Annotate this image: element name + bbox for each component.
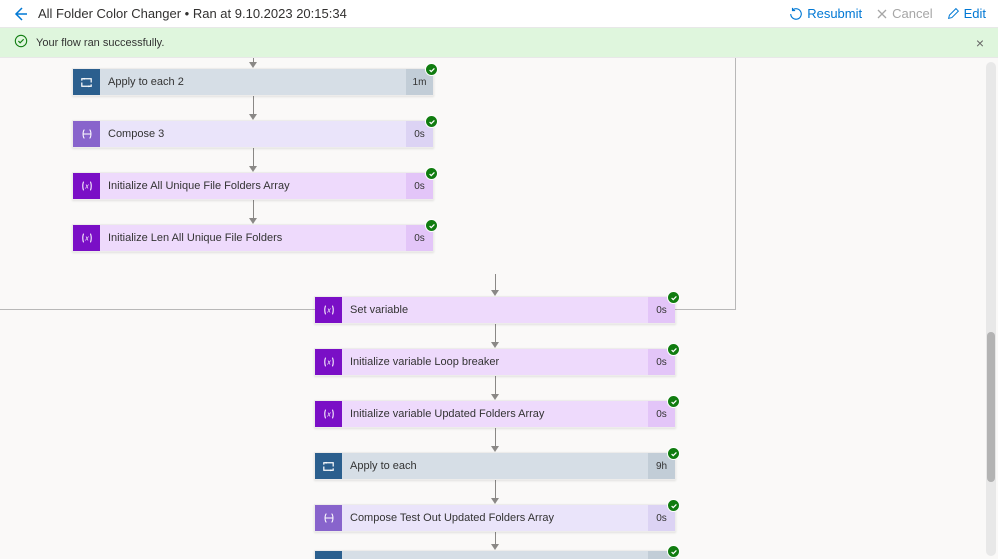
- connector-arrow: [248, 200, 258, 224]
- compose-icon: [73, 121, 100, 147]
- flow-canvas[interactable]: Apply to each 2 1m Compose 3 0s x Initia…: [0, 58, 998, 559]
- svg-text:x: x: [326, 412, 331, 419]
- success-badge-icon: [667, 545, 680, 558]
- loop-icon: [315, 551, 342, 559]
- page-title: All Folder Color Changer • Ran at 9.10.2…: [38, 6, 347, 21]
- compose-icon: [315, 505, 342, 531]
- connector-arrow: [490, 376, 500, 400]
- connector-arrow: [490, 532, 500, 550]
- variable-icon: x: [73, 173, 100, 199]
- variable-icon: x: [73, 225, 100, 251]
- edit-label: Edit: [964, 6, 986, 21]
- success-badge-icon: [667, 291, 680, 304]
- action-set-variable[interactable]: x Set variable 0s: [314, 296, 676, 324]
- action-compose-3[interactable]: Compose 3 0s: [72, 120, 434, 148]
- variable-icon: x: [315, 401, 342, 427]
- action-label: Initialize All Unique File Folders Array: [100, 173, 406, 199]
- action-label: Apply to each 2: [100, 69, 406, 95]
- action-label: Apply to each 3: [342, 551, 648, 559]
- loop-icon: [315, 453, 342, 479]
- close-icon[interactable]: ×: [976, 35, 984, 51]
- back-arrow-icon[interactable]: [12, 6, 28, 22]
- success-badge-icon: [667, 499, 680, 512]
- success-banner: Your flow ran successfully. ×: [0, 28, 998, 58]
- edit-button[interactable]: Edit: [947, 6, 986, 21]
- header-actions: Resubmit Cancel Edit: [789, 6, 986, 21]
- success-badge-icon: [425, 167, 438, 180]
- success-check-icon: [14, 34, 28, 51]
- scrollbar-thumb[interactable]: [987, 332, 995, 482]
- action-compose-test-out-updated[interactable]: Compose Test Out Updated Folders Array 0…: [314, 504, 676, 532]
- action-apply-to-each-2[interactable]: Apply to each 2 1m: [72, 68, 434, 96]
- page-header: All Folder Color Changer • Ran at 9.10.2…: [0, 0, 998, 28]
- action-label: Initialize variable Loop breaker: [342, 349, 648, 375]
- cancel-label: Cancel: [892, 6, 932, 21]
- success-message: Your flow ran successfully.: [36, 37, 164, 49]
- svg-text:x: x: [326, 308, 331, 315]
- action-apply-to-each[interactable]: Apply to each 9h: [314, 452, 676, 480]
- action-init-loop-breaker[interactable]: x Initialize variable Loop breaker 0s: [314, 348, 676, 376]
- resubmit-button[interactable]: Resubmit: [789, 6, 862, 21]
- action-label: Apply to each: [342, 453, 648, 479]
- header-left: All Folder Color Changer • Ran at 9.10.2…: [12, 6, 347, 22]
- variable-icon: x: [315, 297, 342, 323]
- svg-text:x: x: [84, 236, 89, 243]
- connector-arrow: [490, 324, 500, 348]
- connector-arrow: [248, 58, 258, 68]
- success-badge-icon: [667, 447, 680, 460]
- action-init-unique-folders-array[interactable]: x Initialize All Unique File Folders Arr…: [72, 172, 434, 200]
- action-init-updated-folders-array[interactable]: x Initialize variable Updated Folders Ar…: [314, 400, 676, 428]
- action-label: Initialize variable Updated Folders Arra…: [342, 401, 648, 427]
- variable-icon: x: [315, 349, 342, 375]
- success-badge-icon: [667, 395, 680, 408]
- svg-text:x: x: [326, 360, 331, 367]
- resubmit-label: Resubmit: [807, 6, 862, 21]
- action-label: Initialize Len All Unique File Folders: [100, 225, 406, 251]
- connector-arrow: [248, 148, 258, 172]
- loop-icon: [73, 69, 100, 95]
- action-init-len-unique-folders[interactable]: x Initialize Len All Unique File Folders…: [72, 224, 434, 252]
- connector-arrow: [248, 96, 258, 120]
- action-label: Set variable: [342, 297, 648, 323]
- action-label: Compose Test Out Updated Folders Array: [342, 505, 648, 531]
- success-badge-icon: [667, 343, 680, 356]
- svg-text:x: x: [84, 184, 89, 191]
- vertical-scrollbar[interactable]: [986, 62, 996, 556]
- connector-arrow: [490, 428, 500, 452]
- cancel-button: Cancel: [876, 6, 932, 21]
- success-badge-icon: [425, 219, 438, 232]
- success-badge-icon: [425, 63, 438, 76]
- connector-arrow: [490, 480, 500, 504]
- action-label: Compose 3: [100, 121, 406, 147]
- success-badge-icon: [425, 115, 438, 128]
- connector-arrow: [490, 258, 500, 296]
